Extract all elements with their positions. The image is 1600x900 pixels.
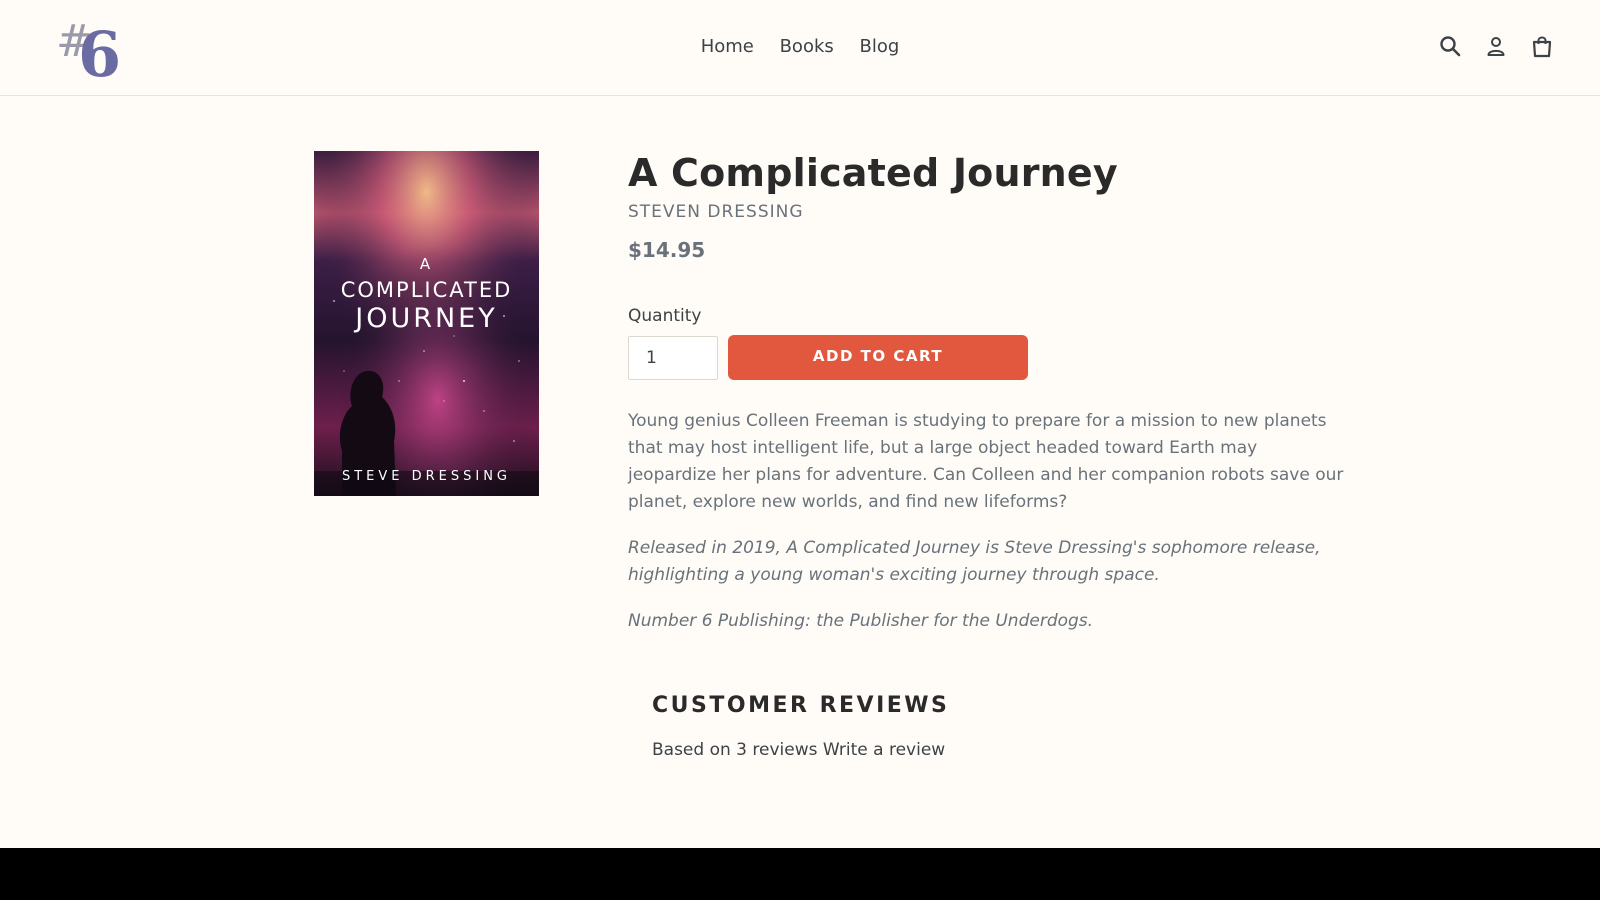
account-icon[interactable] bbox=[1484, 34, 1508, 58]
product-description: Young genius Colleen Freeman is studying… bbox=[628, 408, 1348, 654]
cart-icon[interactable] bbox=[1530, 34, 1554, 58]
search-icon[interactable] bbox=[1438, 34, 1462, 58]
cover-title-line-1: COMPLICATED bbox=[340, 278, 513, 302]
nav-books[interactable]: Books bbox=[780, 36, 834, 57]
product-title: A Complicated Journey bbox=[628, 151, 1118, 195]
nav-home[interactable]: Home bbox=[701, 36, 754, 57]
description-release-note: Released in 2019, A Complicated Journey … bbox=[628, 538, 1321, 585]
product-price: $14.95 bbox=[628, 238, 706, 262]
reviews-count: Based on 3 reviews bbox=[652, 740, 818, 760]
quantity-input[interactable] bbox=[628, 336, 718, 380]
cover-author: STEVE DRESSING bbox=[341, 469, 512, 484]
customer-reviews: CUSTOMER REVIEWS Based on 3 reviews Writ… bbox=[652, 693, 1252, 760]
cover-title-line-2: JOURNEY bbox=[355, 303, 498, 334]
product-author: STEVEN DRESSING bbox=[628, 202, 804, 222]
main-nav: Home Books Blog bbox=[0, 36, 1600, 57]
write-review-link[interactable]: Write a review bbox=[823, 740, 945, 760]
reviews-heading: CUSTOMER REVIEWS bbox=[652, 693, 950, 718]
site-footer bbox=[0, 848, 1600, 900]
reviews-summary-line: Based on 3 reviews Write a review bbox=[652, 740, 1252, 760]
site-header: # 6 Home Books Blog bbox=[0, 0, 1600, 96]
product-info: A Complicated Journey STEVEN DRESSING $1… bbox=[628, 150, 1348, 631]
description-tagline: Number 6 Publishing: the Publisher for t… bbox=[628, 611, 1094, 631]
cover-title-a: A bbox=[419, 255, 434, 273]
nav-blog[interactable]: Blog bbox=[860, 36, 900, 57]
add-to-cart-button[interactable]: ADD TO CART bbox=[728, 335, 1028, 380]
description-paragraph: Young genius Colleen Freeman is studying… bbox=[628, 411, 1344, 512]
quantity-label: Quantity bbox=[628, 306, 702, 326]
book-cover[interactable]: A COMPLICATED JOURNEY STEVE DRESSING bbox=[314, 151, 539, 496]
header-icons bbox=[1438, 34, 1554, 58]
